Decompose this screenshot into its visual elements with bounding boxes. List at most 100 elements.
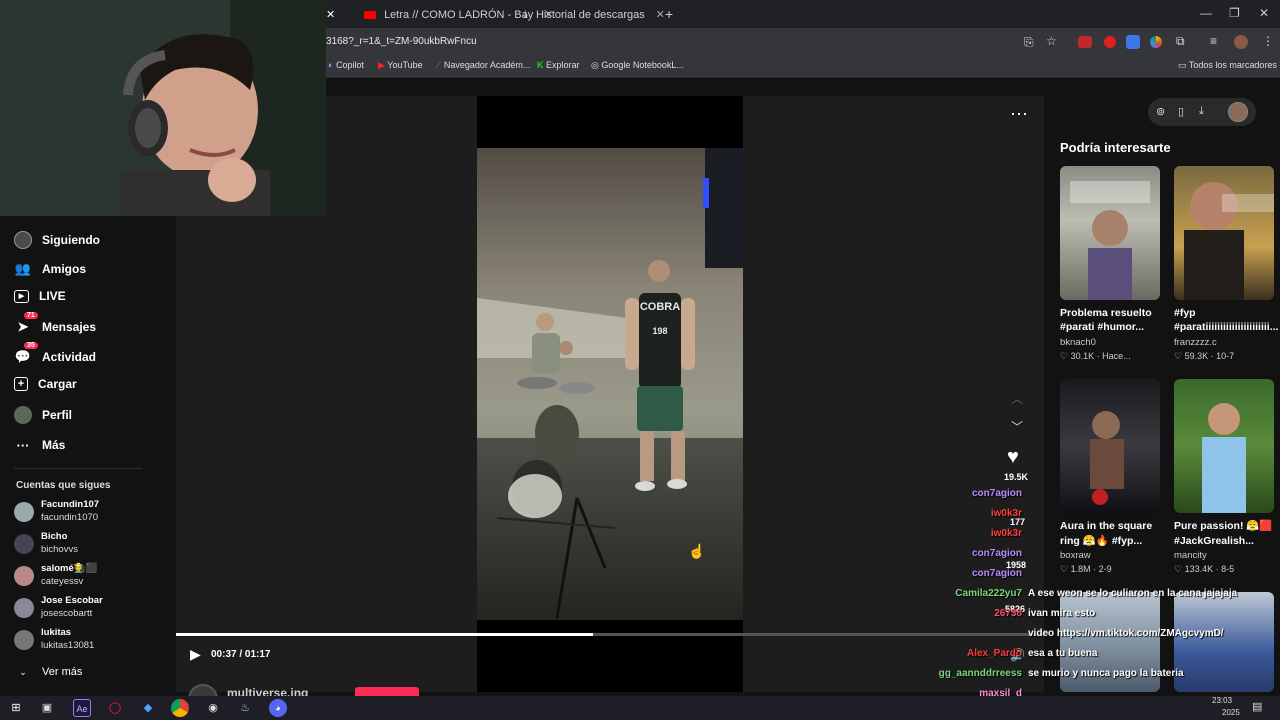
youtube-icon: [364, 11, 376, 20]
steam-icon[interactable]: ♨: [236, 699, 254, 717]
tab-close-icon[interactable]: ✕: [656, 4, 665, 26]
friends-icon: 👥: [14, 261, 32, 276]
sidebar-item-profile[interactable]: Perfil: [14, 406, 72, 424]
card-title[interactable]: Problema resuelto: [1060, 306, 1164, 320]
chat-message: Camila222yu7 A ese weon se lo culiaron en…: [955, 588, 1237, 599]
bookmark-youtube[interactable]: ▶ YouTube: [378, 60, 423, 71]
live-icon: ▶: [14, 289, 29, 303]
extension-abp-icon[interactable]: [1078, 36, 1092, 48]
following-icon: [14, 231, 32, 249]
chat-username: iw0k3r: [990, 508, 1022, 519]
sidebar-item-more[interactable]: ··· Más: [14, 436, 66, 454]
see-more-button[interactable]: ⌄ Ver más: [14, 663, 82, 681]
like-icon[interactable]: ♥: [1007, 446, 1019, 469]
user-avatar[interactable]: [1228, 102, 1248, 122]
shirt-text: COBRA: [640, 301, 680, 313]
bookmark-navegador[interactable]: ⟋ Navegador Académ...: [435, 60, 530, 71]
avatar: [14, 598, 34, 618]
scroll-up-button[interactable]: ︿: [1011, 390, 1023, 407]
bookmark-star-icon[interactable]: ☆: [1046, 34, 1057, 48]
device-icon[interactable]: ▯: [1178, 105, 1184, 118]
man-portrait-thumbnail: [1184, 182, 1274, 300]
new-tab-button[interactable]: +: [665, 6, 673, 22]
car-selfie-thumbnail: [1070, 181, 1150, 300]
taskbar-date: 2025: [1222, 708, 1240, 717]
extensions-puzzle-icon[interactable]: ⧉: [1176, 34, 1185, 49]
browser-menu-icon[interactable]: ⋮: [1262, 34, 1274, 48]
chat-message: Alex_Pardo esa a tu buena: [967, 648, 1098, 659]
card-desc[interactable]: #parati #humor...: [1060, 320, 1164, 334]
folder-icon: ▭: [1178, 60, 1187, 70]
sidebar-divider: [14, 468, 142, 469]
chat-message: iw0k3r: [991, 528, 1022, 539]
chat-message: con7agion: [972, 568, 1022, 579]
messages-icon: ➤ 71: [14, 312, 38, 336]
chat-username: con7agion: [971, 548, 1022, 559]
app-blue-icon[interactable]: ◆: [139, 699, 157, 717]
install-app-icon[interactable]: ⎘: [1024, 35, 1034, 50]
chat-text: A ese weon se lo culiaron en la cana jaj…: [1028, 588, 1238, 599]
like-count: 19.5K: [1004, 472, 1029, 482]
sidebar-item-messages[interactable]: ➤ 71 Mensajes: [14, 312, 96, 336]
chat-message: 26738 ivan mira esto: [994, 608, 1095, 619]
play-icon[interactable]: ▶: [190, 646, 201, 663]
recommendation-thumbnail[interactable]: [1060, 166, 1160, 300]
profile-avatar[interactable]: [1234, 35, 1248, 49]
sidebar-item-upload[interactable]: + Cargar: [14, 377, 77, 391]
recommendation-thumbnail[interactable]: [1174, 166, 1274, 300]
close-window-button[interactable]: ✕: [1259, 6, 1269, 20]
extension-color-icon[interactable]: [1150, 36, 1162, 48]
scroll-down-button[interactable]: ﹀: [1011, 418, 1023, 435]
opera-icon[interactable]: ◯: [106, 699, 124, 717]
task-view-icon[interactable]: ▣: [38, 699, 56, 717]
download-icon[interactable]: ⤓: [1199, 105, 1204, 118]
sidebar-item-live[interactable]: ▶ LIVE: [14, 289, 66, 303]
heart-icon: ♡: [1060, 351, 1069, 361]
chat-username: iw0k3r: [990, 528, 1022, 539]
card-title[interactable]: #fyp: [1174, 306, 1278, 320]
all-bookmarks-button[interactable]: ▭ Todos los marcadores: [1178, 60, 1277, 71]
chrome-icon[interactable]: [171, 699, 189, 717]
coins-icon[interactable]: ⊚: [1156, 105, 1165, 118]
after-effects-icon[interactable]: Ae: [73, 699, 91, 717]
following-item[interactable]: Jose Escobar josescobartt: [14, 592, 164, 624]
card-user[interactable]: franzzzz.c: [1174, 337, 1217, 348]
download-icon: ⤓: [523, 9, 528, 21]
bookmark-copilot[interactable]: ◐ Copilot: [328, 60, 364, 70]
obs-icon[interactable]: ◉: [204, 699, 222, 717]
notifications-icon[interactable]: ▤: [1252, 700, 1262, 713]
bookmark-explorar[interactable]: K Explorar: [537, 60, 580, 70]
windows-start-icon[interactable]: ⊞: [7, 699, 25, 717]
chat-message: gg_aannddrreess se murio y nunca pago la …: [939, 668, 1184, 679]
tab-close-icon[interactable]: ✕: [326, 8, 335, 21]
url-field[interactable]: 3168?_r=1&_t=ZM-90ukbRwFncu: [326, 36, 477, 47]
more-options-icon[interactable]: ⋯: [1010, 104, 1028, 125]
heart-icon: ♡: [1174, 351, 1183, 361]
sidebar-item-friends[interactable]: 👥 Amigos: [14, 260, 86, 278]
restore-button[interactable]: ❐: [1229, 6, 1240, 20]
mouse-cursor-icon: ☝: [688, 543, 706, 559]
minimize-button[interactable]: —: [1200, 6, 1212, 20]
chat-text: esa a tu buena: [1028, 648, 1098, 659]
following-item[interactable]: salomé🧑‍🌾⬛ cateyessv: [14, 560, 164, 592]
following-item[interactable]: Bicho bichovvs: [14, 528, 164, 560]
extension-translate-icon[interactable]: [1126, 35, 1140, 49]
chat-username: gg_aannddrreess: [938, 668, 1022, 679]
following-item[interactable]: lukitas lukitas13081: [14, 624, 164, 656]
reading-list-icon[interactable]: ≡: [1210, 34, 1217, 48]
following-item[interactable]: Facundin107 facundin1070: [14, 496, 164, 528]
windows-taskbar: [0, 696, 1280, 720]
webcam-overlay: [0, 0, 326, 216]
extension-red-icon[interactable]: [1104, 36, 1116, 48]
sidebar-item-activity[interactable]: 💬 35 Actividad: [14, 342, 96, 366]
bookmark-notebooklm[interactable]: ◎ Google NotebookL...: [591, 60, 684, 71]
tab-historial[interactable]: ⤓ Historial de descargas ✕: [505, 4, 669, 26]
card-user[interactable]: bknach0: [1060, 337, 1096, 348]
chat-username: Alex_Pardo: [966, 648, 1022, 659]
progress-fill: [176, 633, 593, 636]
sidebar-item-following[interactable]: Siguiendo: [14, 231, 100, 249]
discord-icon[interactable]: ◕: [269, 699, 287, 717]
card-desc[interactable]: #paratiiiiiiiiiiiiiiiiiiiiii...: [1174, 320, 1278, 334]
chat-message: con7agion: [972, 548, 1022, 559]
upload-icon: +: [14, 377, 28, 391]
